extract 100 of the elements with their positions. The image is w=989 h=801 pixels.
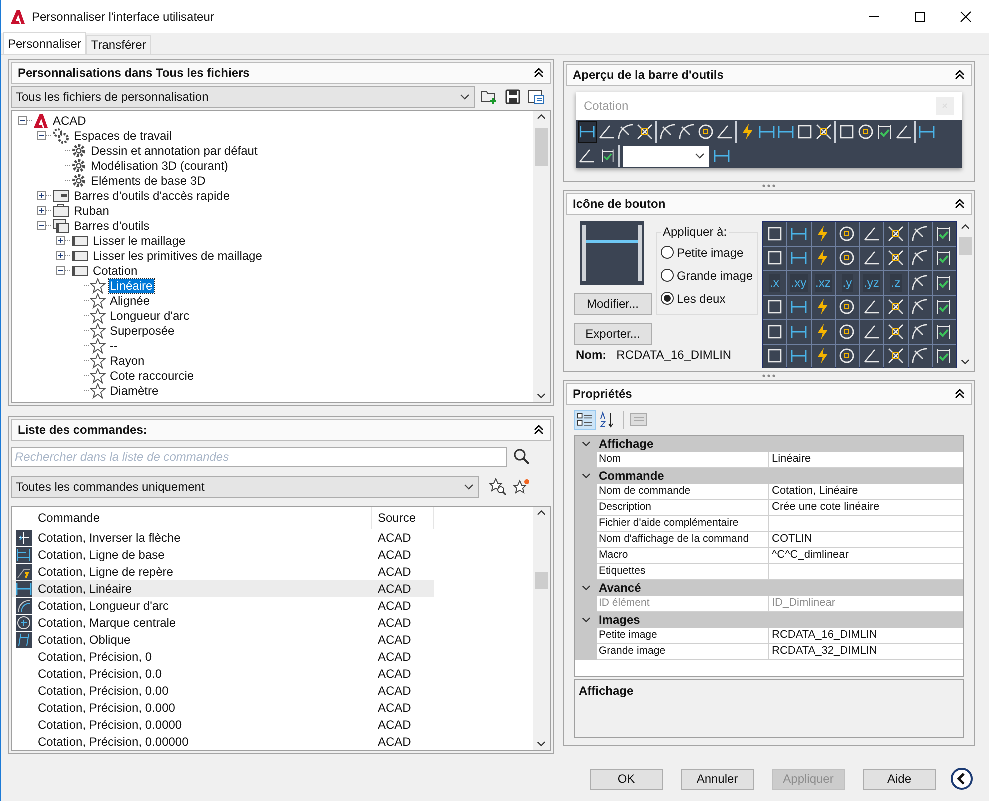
expander-icon[interactable]: [582, 617, 590, 623]
splitter-handle[interactable]: [762, 184, 776, 188]
window-list-icon[interactable]: [527, 89, 545, 105]
expander-icon[interactable]: [37, 131, 46, 140]
tree-item[interactable]: Lisser le maillage: [92, 234, 187, 248]
style-dropdown[interactable]: [623, 146, 709, 166]
expander-icon[interactable]: [56, 266, 65, 275]
icon-cell[interactable]: [886, 249, 905, 268]
tree-item[interactable]: Linéaire: [109, 278, 154, 292]
expander-icon[interactable]: [582, 473, 590, 479]
toolbar-button[interactable]: [578, 121, 597, 143]
tree-item[interactable]: Barres d'outils d'accès rapide: [73, 188, 231, 202]
command-row[interactable]: Cotation, Précision, 0.00 ACAD: [12, 682, 434, 699]
radio-button[interactable]: [661, 246, 674, 259]
scrollbar[interactable]: [533, 507, 550, 750]
dialog-button[interactable]: Exporter...: [574, 323, 652, 345]
icon-cell[interactable]: [838, 347, 856, 366]
command-row[interactable]: Cotation, Précision, 0.0000 ACAD: [12, 716, 434, 733]
tree-item[interactable]: Barres d'outils: [73, 218, 151, 232]
icon-cell[interactable]: [862, 249, 881, 268]
collapse-icon[interactable]: [955, 70, 965, 80]
icon-cell[interactable]: [886, 347, 905, 366]
tree-item[interactable]: Alignée: [109, 294, 152, 308]
property-value[interactable]: RCDATA_32_DIMLIN: [769, 644, 963, 660]
scroll-down-icon[interactable]: [537, 741, 546, 747]
command-row[interactable]: Cotation, Précision, 0 ACAD: [12, 648, 434, 665]
command-row[interactable]: Cotation, Précision, 0.000 ACAD: [12, 699, 434, 716]
expander-icon[interactable]: [582, 441, 590, 447]
scroll-down-icon[interactable]: [537, 393, 546, 399]
tree-item[interactable]: Modélisation 3D (courant): [90, 158, 230, 172]
icon-cell[interactable]: [911, 322, 930, 341]
scrollbar[interactable]: [957, 221, 974, 368]
icon-cell[interactable]: [838, 224, 856, 243]
scroll-thumb[interactable]: [535, 572, 548, 589]
icon-cell[interactable]: .z: [890, 274, 902, 292]
icon-cell[interactable]: .yz: [863, 274, 880, 292]
icon-cell[interactable]: [838, 298, 856, 316]
scroll-down-icon[interactable]: [961, 359, 970, 365]
dialog-button[interactable]: OK: [590, 768, 663, 790]
scroll-up-icon[interactable]: [537, 510, 546, 516]
icon-cell[interactable]: .xz: [814, 274, 832, 292]
collapse-icon[interactable]: [955, 389, 965, 399]
command-row[interactable]: Cotation, Inverser la flèche ACAD: [12, 529, 434, 546]
command-row[interactable]: Cotation, Précision, 0.0 ACAD: [12, 665, 434, 682]
icon-cell[interactable]: [838, 249, 856, 268]
tree-item[interactable]: Superposée: [109, 324, 176, 338]
icon-cell[interactable]: [911, 249, 930, 268]
splitter-handle[interactable]: [762, 374, 776, 378]
icon-cell[interactable]: [935, 347, 954, 366]
collapse-icon[interactable]: [534, 425, 544, 435]
filter-dropdown[interactable]: Toutes les commandes uniquement: [11, 476, 479, 498]
property-value[interactable]: COTLIN: [769, 532, 963, 548]
icon-cell[interactable]: [935, 249, 954, 268]
tree-item[interactable]: Ruban: [73, 204, 110, 218]
icon-cell[interactable]: .xy: [790, 274, 808, 292]
search-icon[interactable]: [513, 448, 531, 466]
icon-cell[interactable]: [766, 322, 784, 341]
save-icon[interactable]: [505, 89, 521, 105]
search-field[interactable]: Rechercher dans la liste de commandes: [11, 447, 507, 467]
property-value[interactable]: ^C^C_dimlinear: [769, 548, 963, 564]
column-header[interactable]: Commande: [32, 507, 372, 529]
tree-item[interactable]: --: [109, 338, 119, 352]
scroll-thumb[interactable]: [959, 237, 972, 255]
property-value[interactable]: Linéaire: [769, 452, 963, 468]
icon-cell[interactable]: [935, 322, 954, 341]
tree-item[interactable]: Eléments de base 3D: [90, 174, 207, 188]
dialog-button[interactable]: Modifier...: [574, 293, 652, 315]
icon-cell[interactable]: [886, 322, 905, 341]
collapse-icon[interactable]: [534, 68, 544, 78]
collapse-icon[interactable]: [955, 199, 965, 209]
radio-button[interactable]: [661, 269, 674, 282]
expander-icon[interactable]: [18, 116, 27, 125]
icon-cell[interactable]: [766, 347, 784, 366]
expander-icon[interactable]: [37, 221, 46, 230]
categorized-icon[interactable]: [574, 410, 596, 430]
tree-item[interactable]: ACAD: [52, 114, 88, 128]
property-value[interactable]: RCDATA_16_DIMLIN: [769, 628, 963, 644]
tree-item[interactable]: Dessin et annotation par défaut: [90, 144, 259, 158]
icon-cell[interactable]: .y: [842, 274, 854, 292]
tree-item[interactable]: Rayon: [109, 354, 146, 368]
icon-cell[interactable]: [862, 298, 881, 316]
scroll-thumb[interactable]: [535, 128, 548, 166]
dialog-button[interactable]: Aide: [863, 768, 936, 790]
new-star-icon[interactable]: [513, 478, 531, 496]
icon-cell[interactable]: .x: [769, 274, 780, 292]
icon-cell[interactable]: [935, 298, 954, 316]
dialog-button[interactable]: Annuler: [681, 768, 754, 790]
property-value[interactable]: Crée une cote linéaire: [769, 500, 963, 516]
command-row[interactable]: Cotation, Oblique ACAD: [12, 631, 434, 648]
icon-cell[interactable]: [886, 298, 905, 316]
icon-cell[interactable]: [766, 249, 784, 268]
command-row[interactable]: Cotation, Marque centrale ACAD: [12, 614, 434, 631]
expander-icon[interactable]: [37, 206, 46, 215]
file-dropdown[interactable]: Tous les fichiers de personnalisation: [11, 86, 475, 108]
tree-item[interactable]: Longueur d'arc: [109, 308, 191, 322]
icon-cell[interactable]: [838, 322, 856, 341]
icon-cell[interactable]: [911, 347, 930, 366]
scroll-up-icon[interactable]: [961, 224, 970, 230]
tab[interactable]: Transférer: [86, 35, 152, 54]
icon-cell[interactable]: [911, 224, 930, 243]
